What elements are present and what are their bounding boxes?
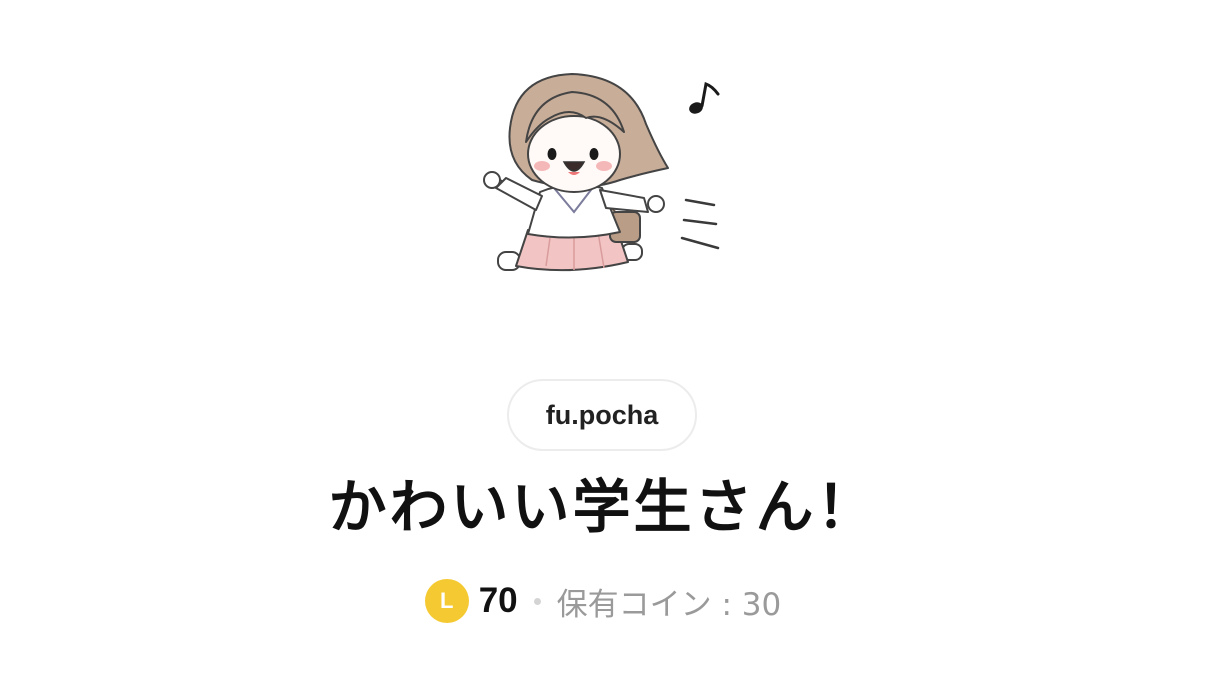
price-row: L 70 保有コイン : 30 — [0, 576, 1206, 626]
coin-icon: L — [424, 579, 469, 623]
price-value: 70 — [478, 581, 518, 620]
sticker-detail-page: fu.pocha かわいい学生さん！ L 70 保有コイン : 30 — [0, 0, 1206, 696]
separator-dot — [533, 597, 541, 605]
owned-coins: 保有コイン : 30 — [556, 586, 782, 623]
motion-lines-icon — [680, 198, 720, 250]
sticker-title: かわいい学生さん！ — [328, 473, 878, 541]
sticker-image[interactable] — [470, 62, 740, 292]
author-chip[interactable]: fu.pocha — [507, 379, 697, 451]
coin-symbol: L — [439, 588, 454, 613]
music-note-icon — [689, 82, 720, 114]
author-name: fu.pocha — [545, 399, 659, 430]
